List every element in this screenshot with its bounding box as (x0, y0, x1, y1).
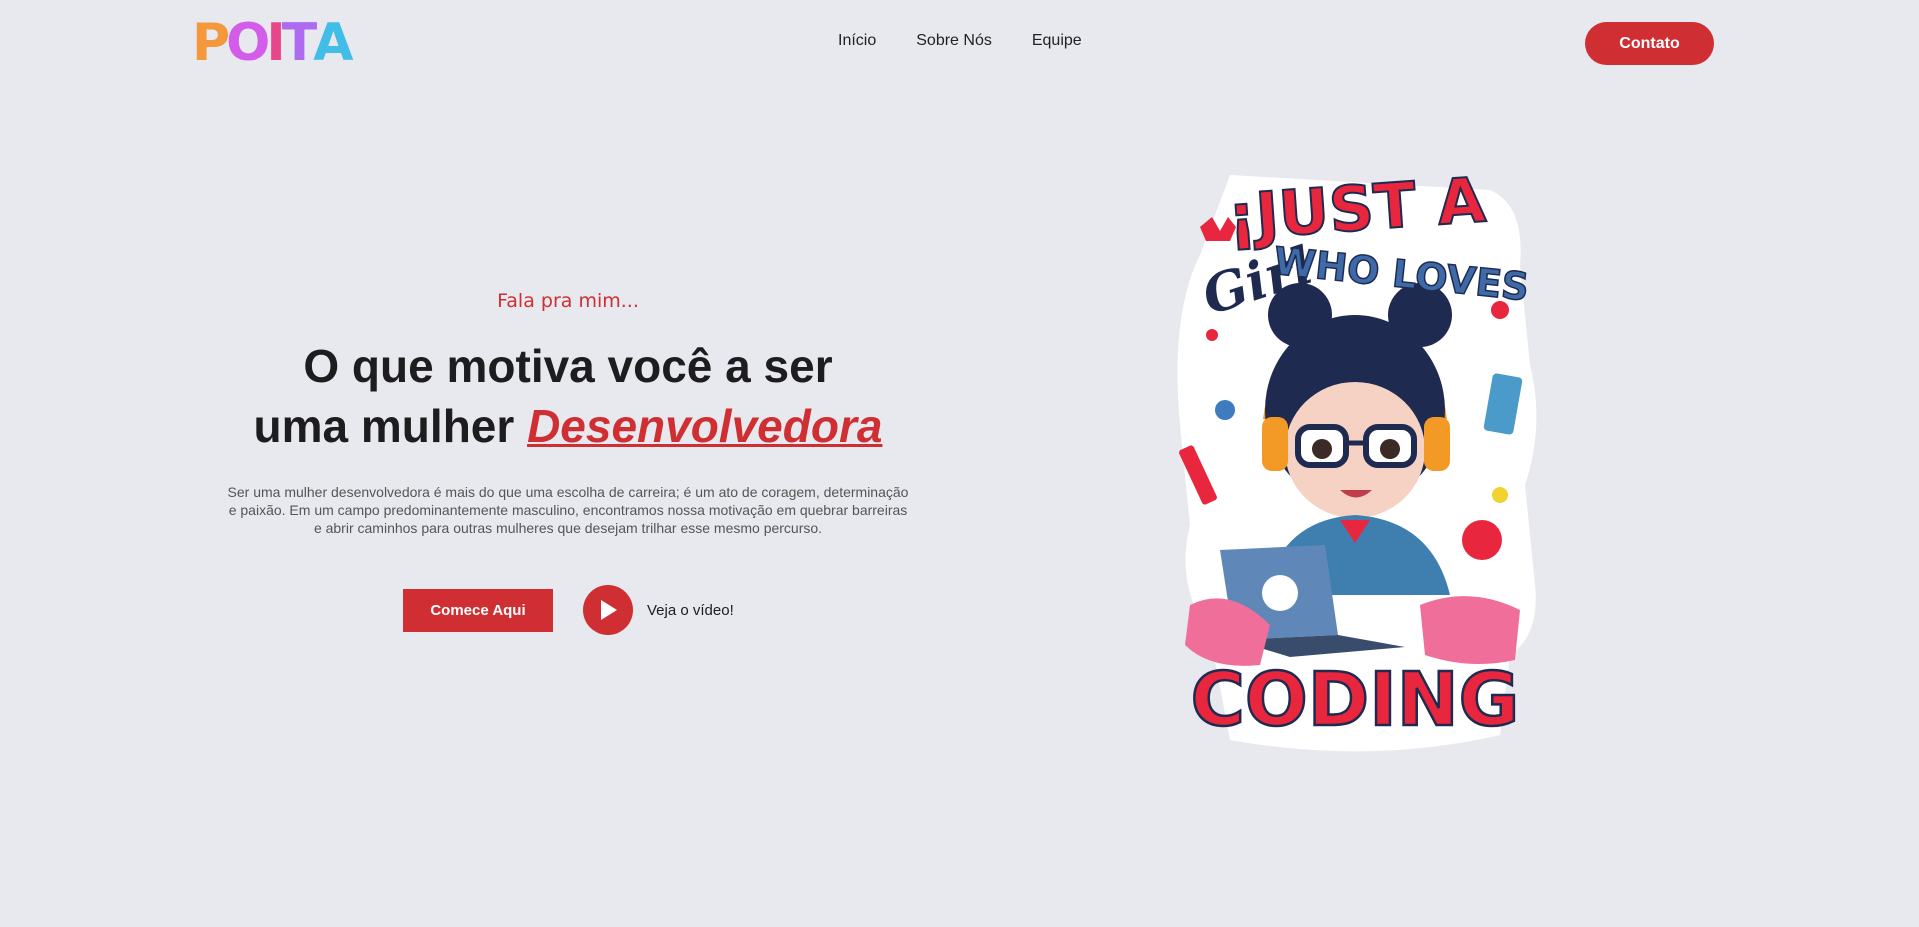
logo-letter: P (192, 13, 230, 73)
logo-letter: O (226, 13, 270, 73)
hero-description: Ser uma mulher desenvolvedora é mais do … (227, 484, 909, 536)
illustration-title-bottom: CODING (1191, 657, 1520, 743)
hero-actions: Comece Aqui Veja o vídeo! (403, 585, 734, 635)
logo-letter: A (313, 13, 353, 73)
get-started-button[interactable]: Comece Aqui (403, 588, 553, 632)
watch-video-label: Veja o vídeo! (647, 601, 734, 619)
logo-letter: I (266, 13, 285, 73)
nav-item-inicio[interactable]: Início (838, 32, 876, 50)
headline-line-2: uma mulher (253, 400, 528, 452)
hero-eyebrow: Fala pra mim... (497, 290, 639, 312)
headline-line-1: O que motiva você a ser (303, 340, 833, 392)
nav-item-sobre-nos[interactable]: Sobre Nós (916, 32, 992, 50)
main-nav: Início Sobre Nós Equipe (838, 32, 1082, 50)
hero-section: Fala pra mim... O que motiva você a ser … (210, 290, 926, 537)
coding-girl-illustration: ¡JUST A Girl WHO LOVES CODING (1170, 162, 1540, 755)
contact-button[interactable]: Contato (1585, 22, 1714, 65)
nav-item-equipe[interactable]: Equipe (1032, 32, 1082, 50)
brand-logo[interactable]: POITA (192, 13, 353, 73)
watch-video-link[interactable]: Veja o vídeo! (583, 585, 734, 635)
play-icon[interactable] (583, 585, 633, 635)
headline-highlight: Desenvolvedora (527, 400, 883, 452)
hero-headline: O que motiva você a ser uma mulher Desen… (210, 336, 926, 456)
logo-letter: T (281, 13, 318, 73)
